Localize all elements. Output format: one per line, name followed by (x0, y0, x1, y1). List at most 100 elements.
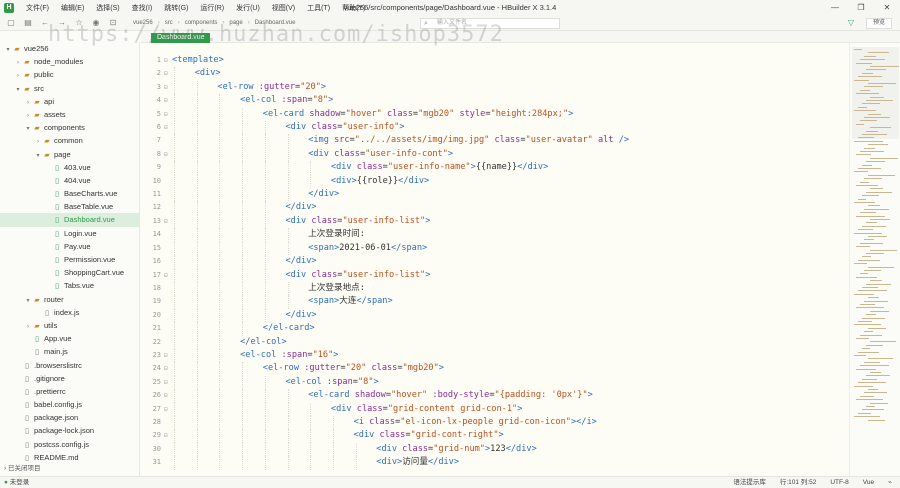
code-line[interactable]: 19 <span>大连</span> (153, 295, 848, 309)
favorite-icon[interactable]: ☆ (73, 17, 85, 29)
tree-item[interactable]: ▯ 403.vue (0, 161, 139, 174)
tree-item[interactable]: ▯ BaseCharts.vue (0, 187, 139, 200)
menu-item[interactable]: 跳转(G) (158, 3, 194, 13)
tree-item[interactable]: ▯ App.vue (0, 332, 139, 345)
code-line[interactable]: 18 上次登录地点: (153, 281, 848, 296)
code-line[interactable]: 11 </div> (153, 188, 848, 202)
login-status[interactable]: ● 未登录 (4, 477, 29, 488)
forward-icon[interactable]: → (56, 17, 68, 29)
code-line[interactable]: 3 ⊟ <el-row :gutter="20"> (157, 80, 848, 95)
tree-item[interactable]: ▾ ▰ src (0, 82, 139, 95)
browser-icon[interactable]: ⊡ (107, 17, 119, 29)
fold-icon[interactable]: ⊟ (164, 403, 168, 416)
back-icon[interactable]: ← (39, 17, 51, 29)
file-encoding[interactable]: UTF-8 (830, 477, 848, 488)
tree-item[interactable]: ▯ Tabs.vue (0, 279, 139, 292)
tree-item[interactable]: › ▰ assets (0, 108, 139, 121)
tree-item[interactable]: ▯ package.json (0, 411, 139, 424)
tree-item[interactable]: › ▰ utils (0, 319, 139, 332)
tree-item[interactable]: ▯ babel.config.js (0, 398, 139, 411)
tree-item[interactable]: › ▰ api (0, 95, 139, 108)
close-icon[interactable]: ✕ (874, 0, 900, 16)
code-line[interactable]: 16 </div> (153, 255, 848, 269)
tree-item[interactable]: ▯ postcss.config.js (0, 438, 139, 451)
fold-icon[interactable]: ⊟ (164, 81, 168, 94)
breadcrumb-item[interactable]: vue256 (133, 20, 153, 26)
menu-item[interactable]: 发行(U) (230, 3, 266, 13)
code-editor[interactable]: 1 ⊟ <template> 2 ⊟ <div> 3 ⊟ <el-row :gutter="20… (141, 43, 849, 476)
menu-item[interactable]: 帮助(Y) (336, 3, 371, 13)
tree-item[interactable]: ▯ 404.vue (0, 174, 139, 187)
menu-item[interactable]: 编辑(E) (55, 3, 90, 13)
code-line[interactable]: 22 </el-col> (153, 335, 848, 349)
breadcrumb-item[interactable]: src (165, 20, 173, 26)
file-search-input[interactable]: ⌕ 输入文件名 (420, 18, 560, 29)
fold-icon[interactable]: ⊟ (164, 67, 168, 80)
fold-icon[interactable]: ⊟ (164, 148, 168, 161)
menu-item[interactable]: 运行(R) (194, 3, 230, 13)
tab-dashboard-vue[interactable]: Dashboard.vue (151, 33, 211, 43)
run-icon[interactable]: ◉ (90, 17, 102, 29)
tree-item[interactable]: ▾ ▰ components (0, 121, 139, 134)
cursor-position[interactable]: 行:101 列:52 (780, 477, 817, 488)
code-line[interactable]: 21 </el-card> (153, 322, 848, 336)
tree-item[interactable]: ▯ index.js (0, 306, 139, 319)
code-line[interactable]: 9 <div class="user-info-name">{{name}}</d… (157, 161, 848, 175)
fold-icon[interactable]: ⊟ (164, 429, 168, 442)
code-line[interactable]: 17 ⊟ <div class="user-info-list"> (153, 268, 848, 282)
fold-icon[interactable]: ⊟ (164, 269, 168, 282)
tree-item[interactable]: ▾ ▰ vue256 (0, 42, 139, 55)
code-line[interactable]: 10 <div>{{role}}</div> (153, 174, 848, 189)
code-line[interactable]: 12 </div> (153, 201, 848, 215)
tree-item[interactable]: ▯ Dashboard.vue (0, 213, 139, 227)
tree-item[interactable]: ▯ .gitignore (0, 372, 139, 385)
tree-item[interactable]: ▯ Pay.vue (0, 240, 139, 253)
code-line[interactable]: 13 ⊟ <div class="user-info-list"> (153, 214, 848, 229)
tree-item[interactable]: ▯ .prettierrc (0, 385, 139, 398)
save-icon[interactable]: ▤ (22, 17, 34, 29)
menu-item[interactable]: 视图(V) (266, 3, 301, 13)
code-line[interactable]: 23 ⊟ <el-col :span="16"> (153, 348, 848, 363)
tree-item[interactable]: ▯ package-lock.json (0, 424, 139, 437)
code-line[interactable]: 29 ⊟ <div class="grid-cont-right"> (153, 429, 848, 443)
code-line[interactable]: 2 ⊟ <div> (157, 67, 848, 81)
fold-icon[interactable]: ⊟ (164, 376, 168, 389)
tree-item[interactable]: ▯ Login.vue (0, 227, 139, 240)
tree-item[interactable]: ▯ ShoppingCart.vue (0, 266, 139, 279)
fold-icon[interactable]: ⊟ (164, 362, 168, 375)
tree-item[interactable]: › ▰ public (0, 68, 139, 81)
tree-item[interactable]: ▯ .browserslistrc (0, 359, 139, 372)
tree-item[interactable]: ▾ ▰ page (0, 148, 139, 161)
menu-item[interactable]: 文件(F) (20, 3, 55, 13)
syntax-hint-lib[interactable]: 语法提示库 (733, 477, 766, 488)
fold-icon[interactable]: ⊟ (164, 389, 168, 402)
code-line[interactable]: 30 <div class="grid-num">123</div> (153, 442, 848, 457)
menu-item[interactable]: 查找(I) (126, 3, 159, 13)
preview-button[interactable]: 预览 (866, 18, 892, 29)
fold-icon[interactable]: ⊟ (164, 94, 168, 107)
code-line[interactable]: 26 ⊟ <el-card shadow="hover" :body-style="… (153, 389, 848, 403)
minimize-icon[interactable]: — (822, 0, 848, 16)
code-line[interactable]: 5 ⊟ <el-card shadow="hover" class="mgb20" … (157, 107, 848, 122)
breadcrumb-item[interactable]: page (229, 20, 242, 26)
language-mode[interactable]: Vue (863, 477, 874, 488)
fold-icon[interactable]: ⊟ (164, 215, 168, 228)
code-line[interactable]: 25 ⊟ <el-col :span="8"> (153, 375, 848, 390)
code-line[interactable]: 6 ⊟ <div class="user-info"> (157, 121, 848, 135)
tree-item[interactable]: › ▰ common (0, 134, 139, 147)
maximize-icon[interactable]: ❐ (848, 0, 874, 16)
new-file-icon[interactable]: ▢ (5, 17, 17, 29)
menu-item[interactable]: 工具(T) (301, 3, 336, 13)
tree-item[interactable]: ▯ main.js (0, 345, 139, 358)
code-line[interactable]: 28 <i class="el-icon-lx-people grid-con-i… (153, 415, 848, 430)
tree-item[interactable]: ▯ BaseTable.vue (0, 200, 139, 213)
breadcrumb-item[interactable]: Dashboard.vue (255, 20, 296, 26)
tree-item[interactable]: › ▰ node_modules (0, 55, 139, 68)
code-line[interactable]: 20 </div> (153, 308, 848, 323)
code-line[interactable]: 31 <div>访问量</div> (153, 456, 848, 470)
notification-icon[interactable]: ⌁ (888, 477, 892, 488)
filter-icon[interactable]: ▽ (848, 18, 854, 27)
tree-item[interactable]: ▯ Permission.vue (0, 253, 139, 266)
code-area[interactable]: 1 ⊟ <template> 2 ⊟ <div> 3 ⊟ <el-row :gutter="20… (153, 54, 848, 470)
code-line[interactable]: 4 ⊟ <el-col :span="8"> (157, 94, 848, 108)
